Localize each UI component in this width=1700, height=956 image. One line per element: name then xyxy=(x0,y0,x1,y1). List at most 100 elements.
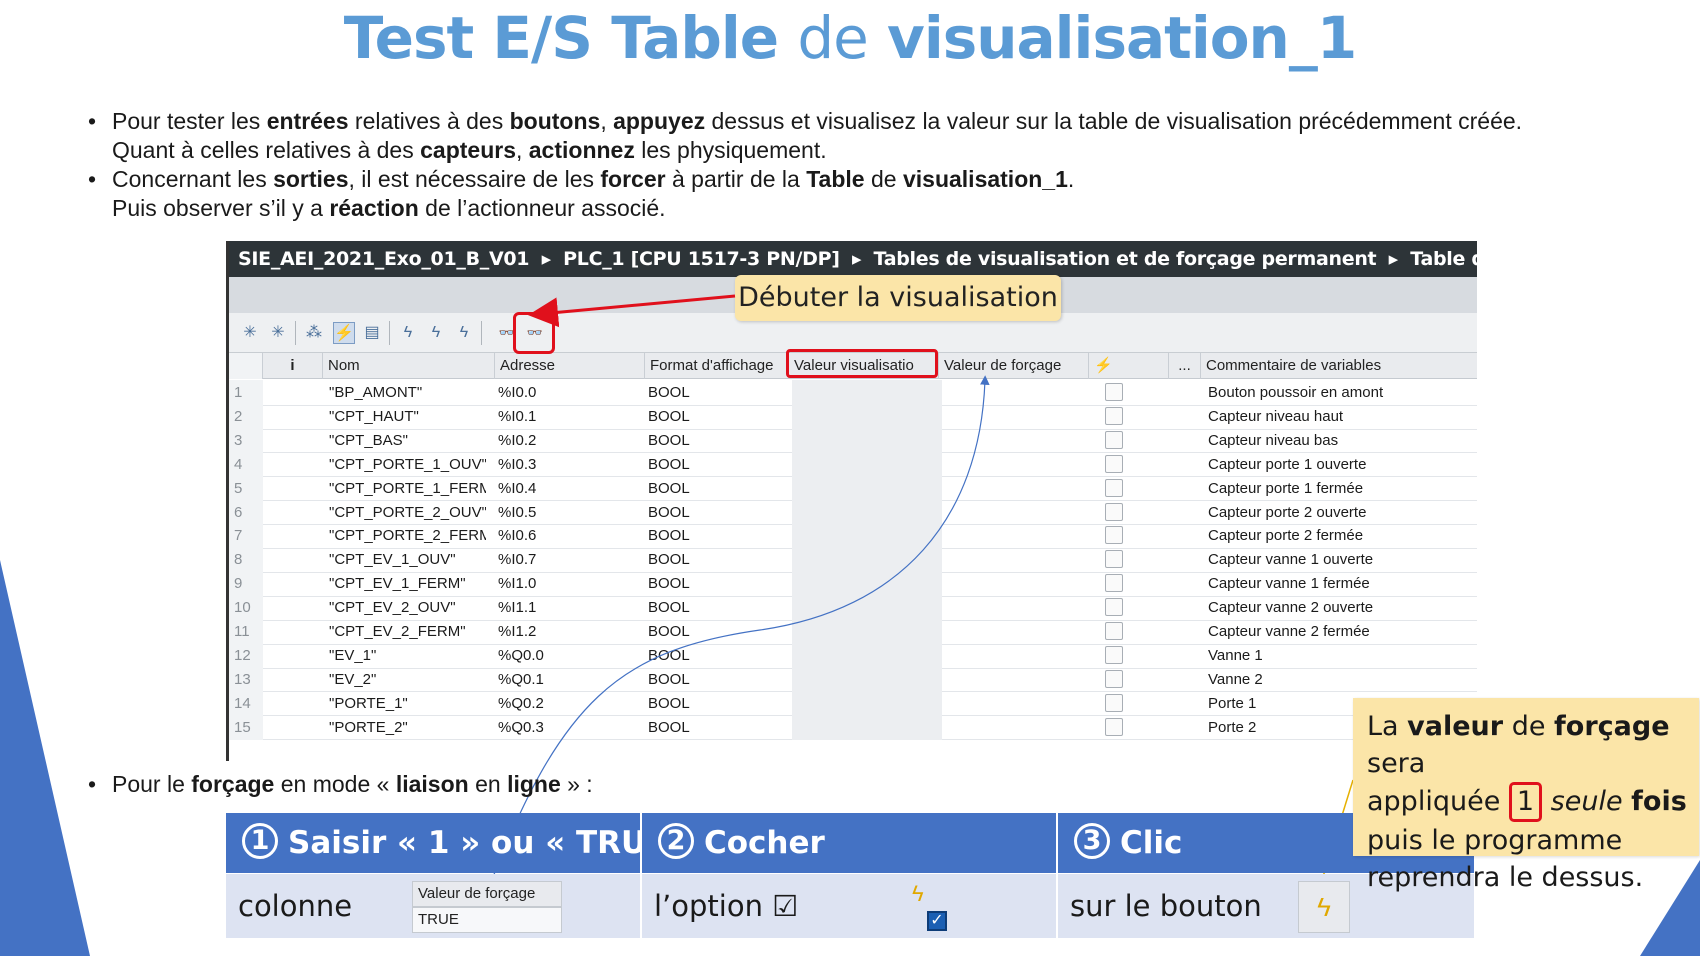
tag-address[interactable]: %I1.2 xyxy=(498,619,638,644)
tag-address[interactable]: %I0.0 xyxy=(498,380,638,405)
tag-name[interactable]: "CPT_PORTE_1_FERM" xyxy=(326,476,486,501)
header-info[interactable]: i xyxy=(263,353,323,379)
modify-checkbox[interactable] xyxy=(1105,717,1123,736)
table-row[interactable]: 6 "CPT_PORTE_2_OUV" %I0.5 BOOL Capteur porte… xyxy=(229,499,1477,526)
modify-checkbox[interactable] xyxy=(1105,526,1123,545)
modify-value-cell[interactable] xyxy=(942,715,1092,740)
table-row[interactable]: 8 "CPT_EV_1_OUV" %I0.7 BOOL Capteur vanne 1 … xyxy=(229,547,1477,573)
display-format[interactable]: BOOL xyxy=(648,523,778,548)
table-row[interactable]: 11 "CPT_EV_2_FERM" %I1.2 BOOL Capteur vanne … xyxy=(229,619,1477,645)
modify-value-cell[interactable] xyxy=(942,667,1092,692)
modify-value-cell[interactable] xyxy=(942,643,1092,668)
force-trigger-icon[interactable]: ϟ xyxy=(453,322,475,344)
tag-address[interactable]: %Q0.2 xyxy=(498,691,638,716)
tag-address[interactable]: %I0.2 xyxy=(498,428,638,453)
table-row[interactable]: 13 "EV_2" %Q0.1 BOOL Vanne 2 xyxy=(229,666,1477,693)
modify-value-cell[interactable] xyxy=(942,476,1092,501)
table-row[interactable]: 9 "CPT_EV_1_FERM" %I1.0 BOOL Capteur vanne 1… xyxy=(229,571,1477,597)
tag-address[interactable]: %Q0.0 xyxy=(498,643,638,668)
tag-name[interactable]: "PORTE_2" xyxy=(326,715,486,740)
display-format[interactable]: BOOL xyxy=(648,643,778,668)
tag-name[interactable]: "CPT_EV_1_OUV" xyxy=(326,547,486,572)
display-format[interactable]: BOOL xyxy=(648,404,778,429)
tag-address[interactable]: %I0.7 xyxy=(498,547,638,572)
modify-value-cell[interactable] xyxy=(942,428,1092,453)
modify-checkbox[interactable] xyxy=(1105,574,1123,593)
tag-comment[interactable]: Capteur vanne 2 fermée xyxy=(1207,619,1477,644)
tag-address[interactable]: %Q0.3 xyxy=(498,715,638,740)
tag-address[interactable]: %I0.4 xyxy=(498,476,638,501)
breadcrumb-plc[interactable]: PLC_1 [CPU 1517-3 PN/DP] xyxy=(563,248,840,270)
tag-name[interactable]: "EV_2" xyxy=(326,667,486,692)
table-row[interactable]: 3 "CPT_BAS" %I0.2 BOOL Capteur niveau bas xyxy=(229,427,1477,454)
table-row[interactable]: 4 "CPT_PORTE_1_OUV" %I0.3 BOOL Capteur porte… xyxy=(229,451,1477,478)
tag-comment[interactable]: Capteur vanne 1 ouverte xyxy=(1207,547,1477,572)
tag-name[interactable]: "CPT_HAUT" xyxy=(326,404,486,429)
modify-checkbox[interactable] xyxy=(1105,645,1123,664)
display-format[interactable]: BOOL xyxy=(648,619,778,644)
modify-value-cell[interactable] xyxy=(942,452,1092,477)
display-format[interactable]: BOOL xyxy=(648,428,778,453)
update-icon[interactable]: ⁂ xyxy=(303,322,325,344)
header-address[interactable]: Adresse xyxy=(495,353,645,379)
table-row[interactable]: 1 "BP_AMONT" %I0.0 BOOL Bouton poussoir en a… xyxy=(229,380,1477,406)
table-row[interactable]: 15 "PORTE_2" %Q0.3 BOOL Porte 2 xyxy=(229,714,1477,741)
display-format[interactable]: BOOL xyxy=(648,452,778,477)
modify-checkbox[interactable] xyxy=(1105,502,1123,521)
modify-value-cell[interactable] xyxy=(942,547,1092,572)
force-now-icon[interactable]: ϟ xyxy=(425,322,447,344)
breadcrumb-table[interactable]: Table de visualisation_1 xyxy=(1410,248,1658,270)
tag-comment[interactable]: Vanne 1 xyxy=(1207,643,1477,668)
tag-name[interactable]: "CPT_PORTE_2_FERM" xyxy=(326,523,486,548)
tag-address[interactable]: %I1.0 xyxy=(498,571,638,596)
tag-name[interactable]: "CPT_BAS" xyxy=(326,428,486,453)
header-modify-value[interactable]: Valeur de forçage xyxy=(939,353,1089,379)
breadcrumb-project[interactable]: SIE_AEI_2021_Exo_01_B_V01 xyxy=(238,248,530,270)
modify-value-cell[interactable] xyxy=(942,404,1092,429)
modify-value-cell[interactable] xyxy=(942,595,1092,620)
display-format[interactable]: BOOL xyxy=(648,500,778,525)
tag-name[interactable]: "BP_AMONT" xyxy=(326,380,486,405)
table-row[interactable]: 14 "PORTE_1" %Q0.2 BOOL Porte 1 xyxy=(229,690,1477,717)
tag-comment[interactable]: Vanne 2 xyxy=(1207,667,1477,692)
modify-checkbox[interactable] xyxy=(1105,598,1123,617)
tag-comment[interactable]: Capteur niveau haut xyxy=(1207,404,1477,429)
tag-name[interactable]: "PORTE_1" xyxy=(326,691,486,716)
show-display-icon[interactable]: ▤ xyxy=(361,322,383,344)
tag-comment[interactable]: Capteur porte 1 fermée xyxy=(1207,476,1477,501)
tag-address[interactable]: %I0.5 xyxy=(498,500,638,525)
table-row[interactable]: 7 "CPT_PORTE_2_FERM" %I0.6 BOOL Capteur port… xyxy=(229,523,1477,550)
modify-checkbox[interactable] xyxy=(1105,454,1123,473)
modify-checkbox[interactable] xyxy=(1105,550,1123,569)
header-display-format[interactable]: Format d'affichage xyxy=(645,353,789,379)
tag-address[interactable]: %Q0.1 xyxy=(498,667,638,692)
modify-checkbox[interactable] xyxy=(1105,478,1123,497)
display-format[interactable]: BOOL xyxy=(648,380,778,405)
breadcrumb-folder[interactable]: Tables de visualisation et de forçage pe… xyxy=(874,248,1377,270)
modify-checkbox[interactable] xyxy=(1105,693,1123,712)
header-name[interactable]: Nom xyxy=(323,353,495,379)
table-row[interactable]: 10 "CPT_EV_2_OUV" %I1.1 BOOL Capteur vanne 2… xyxy=(229,595,1477,621)
tag-address[interactable]: %I0.3 xyxy=(498,452,638,477)
display-format[interactable]: BOOL xyxy=(648,691,778,716)
modify-value-cell[interactable] xyxy=(942,571,1092,596)
header-more[interactable]: ... xyxy=(1169,353,1201,379)
display-format[interactable]: BOOL xyxy=(648,667,778,692)
tag-comment[interactable]: Capteur vanne 1 fermée xyxy=(1207,571,1477,596)
tag-address[interactable]: %I0.1 xyxy=(498,404,638,429)
tag-name[interactable]: "CPT_PORTE_2_OUV" xyxy=(326,500,486,525)
display-format[interactable]: BOOL xyxy=(648,571,778,596)
modify-checkbox[interactable] xyxy=(1105,383,1123,401)
tag-comment[interactable]: Capteur porte 1 ouverte xyxy=(1207,452,1477,477)
add-row-icon[interactable]: ✳ xyxy=(267,322,289,344)
show-modify-icon[interactable]: ⚡ xyxy=(333,322,355,344)
display-format[interactable]: BOOL xyxy=(648,547,778,572)
display-format[interactable]: BOOL xyxy=(648,715,778,740)
modify-checkbox[interactable] xyxy=(1105,669,1123,688)
header-modify-icon[interactable]: ⚡ xyxy=(1089,353,1169,379)
tag-comment[interactable]: Capteur niveau bas xyxy=(1207,428,1477,453)
insert-row-icon[interactable]: ✳ xyxy=(239,322,261,344)
tag-address[interactable]: %I1.1 xyxy=(498,595,638,620)
tag-name[interactable]: "CPT_EV_2_FERM" xyxy=(326,619,486,644)
modify-value-cell[interactable] xyxy=(942,500,1092,525)
